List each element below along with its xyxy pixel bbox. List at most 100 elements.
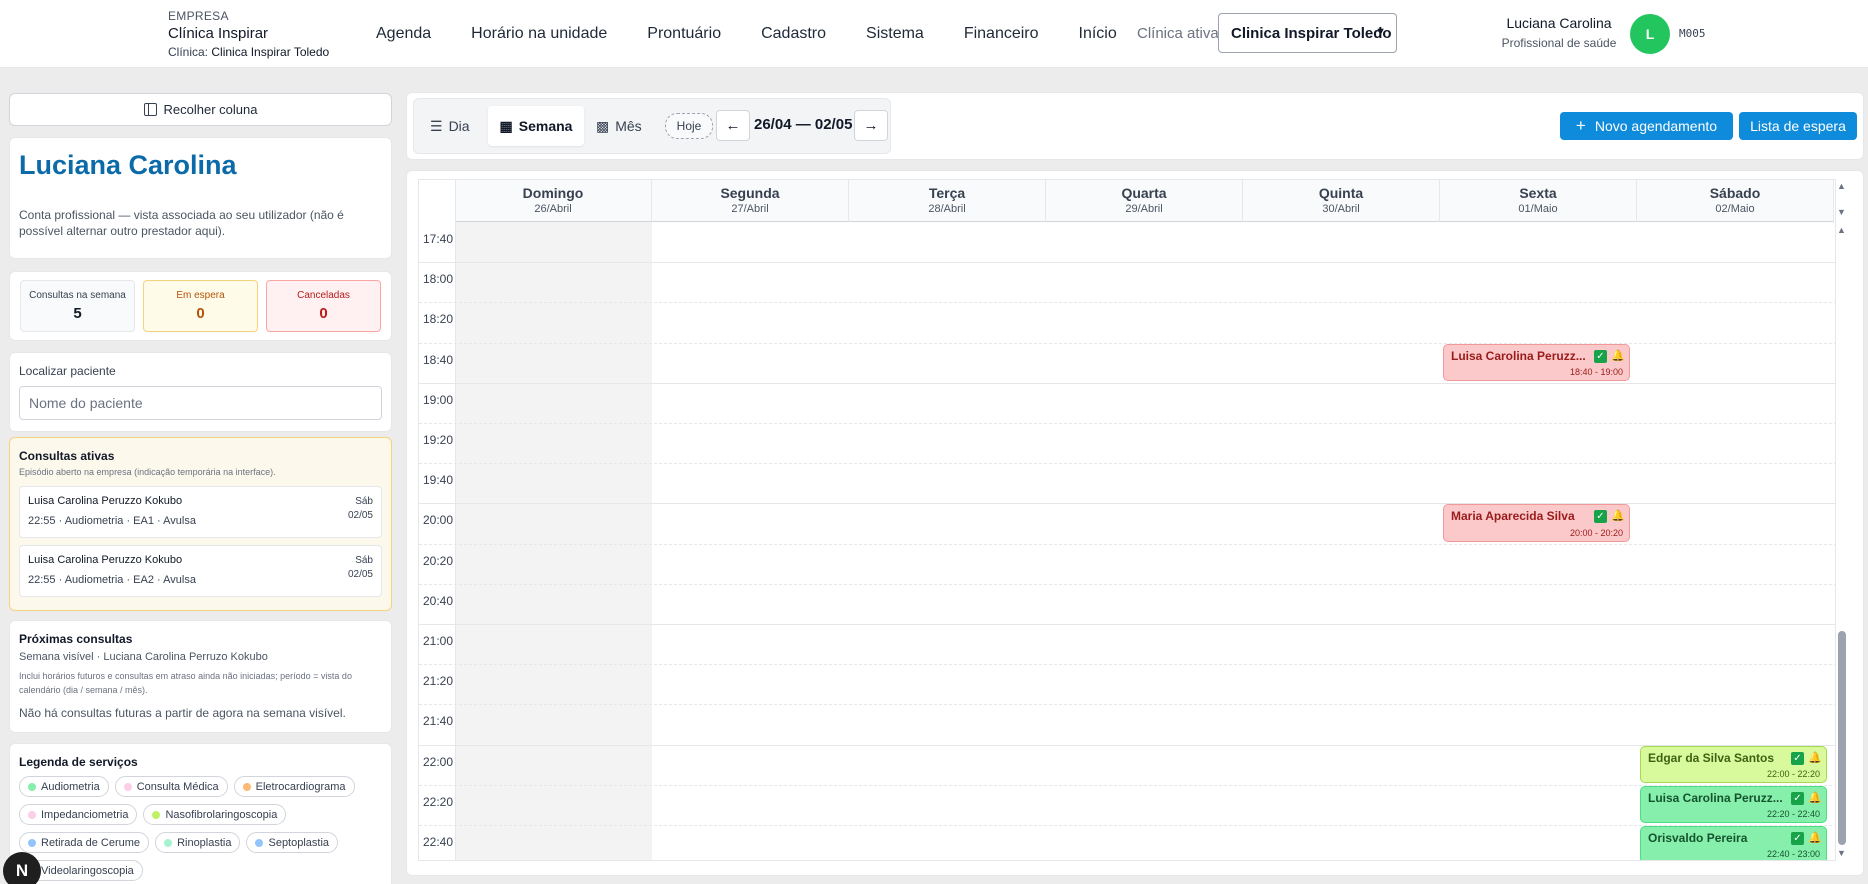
bell-icon: 🔔 <box>1808 832 1822 844</box>
view-day-button[interactable]: ☰ Dia <box>430 106 482 146</box>
legend-chip: Impedanciometria <box>19 804 138 825</box>
next-title: Próximas consultas <box>19 632 133 646</box>
prev-week-button[interactable]: ← <box>716 110 750 141</box>
check-icon: ✓ <box>1594 510 1607 524</box>
next-consultations-card: Próximas consultas Semana visível · Luci… <box>9 620 392 733</box>
time-label: 20:40 <box>423 593 454 608</box>
n-badge-icon[interactable]: N <box>3 852 41 884</box>
day-name: Quarta <box>1121 185 1167 201</box>
calendar-event[interactable]: Edgar da Silva Santos ✓ 🔔 22:00 - 22:20 <box>1640 745 1827 783</box>
new-appointment-button[interactable]: + Novo agendamento <box>1560 112 1733 140</box>
scroll-up-icon[interactable]: ▲ <box>1837 225 1846 235</box>
patient-search-input[interactable]: Nome do paciente <box>19 386 382 420</box>
nav-prontuario[interactable]: Prontuário <box>647 25 721 43</box>
calendar-event[interactable]: Luisa Carolina Peruzz... ✓ 🔔 18:40 - 19:00 <box>1443 343 1630 381</box>
legend-color-dot <box>28 782 36 791</box>
legend-title: Legenda de serviços <box>19 755 138 769</box>
time-label: 22:00 <box>423 754 454 769</box>
day-name: Segunda <box>720 185 780 201</box>
clinic-prefix: Clínica: <box>168 45 209 59</box>
day-column-header[interactable]: Quinta 30/Abril <box>1243 180 1440 222</box>
active-clinic-select[interactable]: Clinica Inspirar Toledo ▼ <box>1218 13 1397 53</box>
scroll-thumb[interactable] <box>1838 631 1846 845</box>
nav-cadastro[interactable]: Cadastro <box>761 25 826 43</box>
nav-inicio[interactable]: Início <box>1079 25 1117 43</box>
time-slot-line <box>419 664 1835 666</box>
date: 02/05 <box>347 510 373 521</box>
bell-icon: 🔔 <box>1611 349 1625 362</box>
day-column-header[interactable]: Quarta 29/Abril <box>1046 180 1243 222</box>
time-label: 18:40 <box>423 352 454 367</box>
brand-block: EMPRESA Clínica Inspirar Clínica: Clinic… <box>168 9 329 59</box>
collapse-column-button[interactable]: Recolher coluna <box>9 93 392 126</box>
time-slot-line <box>419 784 1835 786</box>
time-slot-line <box>419 704 1835 706</box>
day-column-header[interactable]: Sábado 02/Maio <box>1637 180 1834 222</box>
legend-color-dot <box>28 810 36 819</box>
clinic-line: Clínica: Clinica Inspirar Toledo <box>168 45 329 59</box>
scroll-down-icon[interactable]: ▼ <box>1837 848 1846 858</box>
date: 02/05 <box>347 569 373 580</box>
active-consultation-item[interactable]: Luisa Carolina Peruzzo Kokubo 22:55 · Au… <box>19 486 382 538</box>
active-clinic-value: Clinica Inspirar Toledo <box>1231 24 1392 42</box>
time-slot-line <box>419 583 1835 585</box>
company-name: Clínica Inspirar <box>168 25 269 42</box>
today-button[interactable]: Hoje <box>665 113 713 139</box>
active-clinic-label: Clínica ativa <box>1137 25 1219 42</box>
calendar-event[interactable]: Luisa Carolina Peruzz... ✓ 🔔 22:20 - 22:40 <box>1640 785 1827 823</box>
day-name: Domingo <box>522 185 584 201</box>
consultation-detail: 22:55 · Audiometria · EA2 · Avulsa <box>28 574 196 586</box>
consultation-detail: 22:55 · Audiometria · EA1 · Avulsa <box>28 515 196 527</box>
active-title: Consultas ativas <box>19 449 115 463</box>
next-empty-message: Não há consultas futuras a partir de ago… <box>19 706 346 720</box>
avatar[interactable]: L <box>1630 14 1670 54</box>
new-appointment-label: Novo agendamento <box>1594 118 1718 134</box>
scroll-up-icon[interactable]: ▲ <box>1837 181 1846 191</box>
legend-chip: Nasofibrolaringoscopia <box>143 804 287 825</box>
professional-name: Luciana Carolina <box>19 150 237 180</box>
waitlist-button[interactable]: Lista de espera <box>1739 112 1857 140</box>
user-info: Luciana Carolina Profissional de saúde <box>1470 15 1648 50</box>
time-label: 22:40 <box>423 835 454 849</box>
day-column-header[interactable]: Domingo 26/Abril <box>455 180 652 222</box>
day-column-header[interactable]: Terça 28/Abril <box>849 180 1046 222</box>
stat-label: Consultas na semana <box>29 290 126 301</box>
grid-icon: ▩ <box>596 117 610 134</box>
plus-icon: + <box>1575 116 1586 135</box>
legend-color-dot <box>152 810 161 819</box>
day-name: Terça <box>928 185 966 201</box>
clinic-name: Clinica Inspirar Toledo <box>211 45 330 59</box>
calendar-event[interactable]: Maria Aparecida Silva ✓ 🔔 20:00 - 20:20 <box>1443 504 1630 542</box>
view-week-button[interactable]: ▦ Semana <box>488 106 584 146</box>
chevron-down-icon: ▼ <box>1375 26 1386 38</box>
day-date: 27/Abril <box>731 203 769 215</box>
calendar-event[interactable]: Orisvaldo Pereira ✓ 🔔 22:40 - 23:00 <box>1640 826 1827 860</box>
calendar-icon: ▦ <box>499 117 513 134</box>
time-label: 21:00 <box>423 634 454 648</box>
day-column-header[interactable]: Segunda 27/Abril <box>652 180 849 222</box>
stat-value: 0 <box>196 305 205 322</box>
view-month-button[interactable]: ▩ Mês <box>596 106 652 146</box>
date-range: 26/04 — 02/05 <box>754 116 853 133</box>
nav-horario-unidade[interactable]: Horário na unidade <box>471 25 607 43</box>
next-week-button[interactable]: → <box>854 110 888 141</box>
active-consultation-item[interactable]: Luisa Carolina Peruzzo Kokubo 22:55 · Au… <box>19 545 382 597</box>
nav-agenda[interactable]: Agenda <box>376 25 431 43</box>
calendar-scrollbar[interactable]: ▲ ▼ ▲ ▼ <box>1835 179 1849 861</box>
time-slot-line <box>419 423 1835 424</box>
active-subtitle: Episódio aberto na empresa (indicação te… <box>19 467 276 477</box>
professional-card: Luciana Carolina Conta profissional — vi… <box>9 137 392 259</box>
collapse-label: Recolher coluna <box>163 102 258 117</box>
legend-chip: Consulta Médica <box>114 776 228 797</box>
nav-financeiro[interactable]: Financeiro <box>964 25 1039 43</box>
time-slot-line <box>419 744 1835 746</box>
scroll-down-icon[interactable]: ▼ <box>1837 207 1846 217</box>
legend-label: Consulta Médica <box>136 780 219 793</box>
legend-color-dot <box>28 838 36 847</box>
nav-sistema[interactable]: Sistema <box>866 25 924 43</box>
weekday: Sáb <box>355 555 373 566</box>
bell-icon: 🔔 <box>1611 510 1625 523</box>
day-column-header[interactable]: Sexta 01/Maio <box>1440 180 1637 222</box>
time-column-divider <box>455 180 456 860</box>
event-time: 22:00 - 22:20 <box>1766 768 1820 779</box>
